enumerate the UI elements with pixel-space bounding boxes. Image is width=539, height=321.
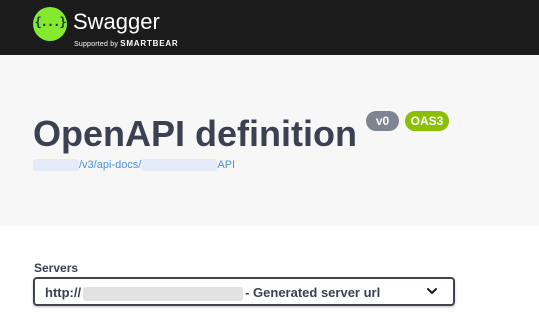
page-title: OpenAPI definition: [33, 113, 357, 154]
server-url-prefix: http://: [45, 285, 82, 300]
spec-badge: OAS3: [405, 111, 449, 131]
api-docs-link[interactable]: /v3/api-docs/API: [33, 159, 235, 175]
redacted-server-host: [83, 286, 244, 301]
server-select-value: http:// - Generated server url: [45, 285, 380, 301]
brand-name[interactable]: Swagger: [73, 9, 160, 35]
link-path: /v3/api-docs/: [79, 159, 142, 171]
redacted-host: [33, 159, 79, 172]
server-select[interactable]: http:// - Generated server url: [33, 277, 455, 306]
chevron-down-icon: [427, 288, 437, 294]
topbar: {...} Swagger Supported by SMARTBEAR: [0, 0, 539, 55]
server-url-description: - Generated server url: [245, 285, 381, 300]
logo-glyph: {...}: [34, 15, 66, 29]
tagline-brand: SMARTBEAR: [120, 39, 179, 48]
swagger-logo-icon[interactable]: {...}: [33, 7, 67, 41]
brand-tagline: Supported by SMARTBEAR: [74, 39, 179, 48]
link-suffix: API: [217, 159, 236, 171]
version-badge: v0: [366, 111, 399, 131]
servers-label: Servers: [34, 261, 79, 275]
tagline-prefix: Supported by: [74, 41, 119, 48]
redacted-group: [141, 159, 218, 172]
